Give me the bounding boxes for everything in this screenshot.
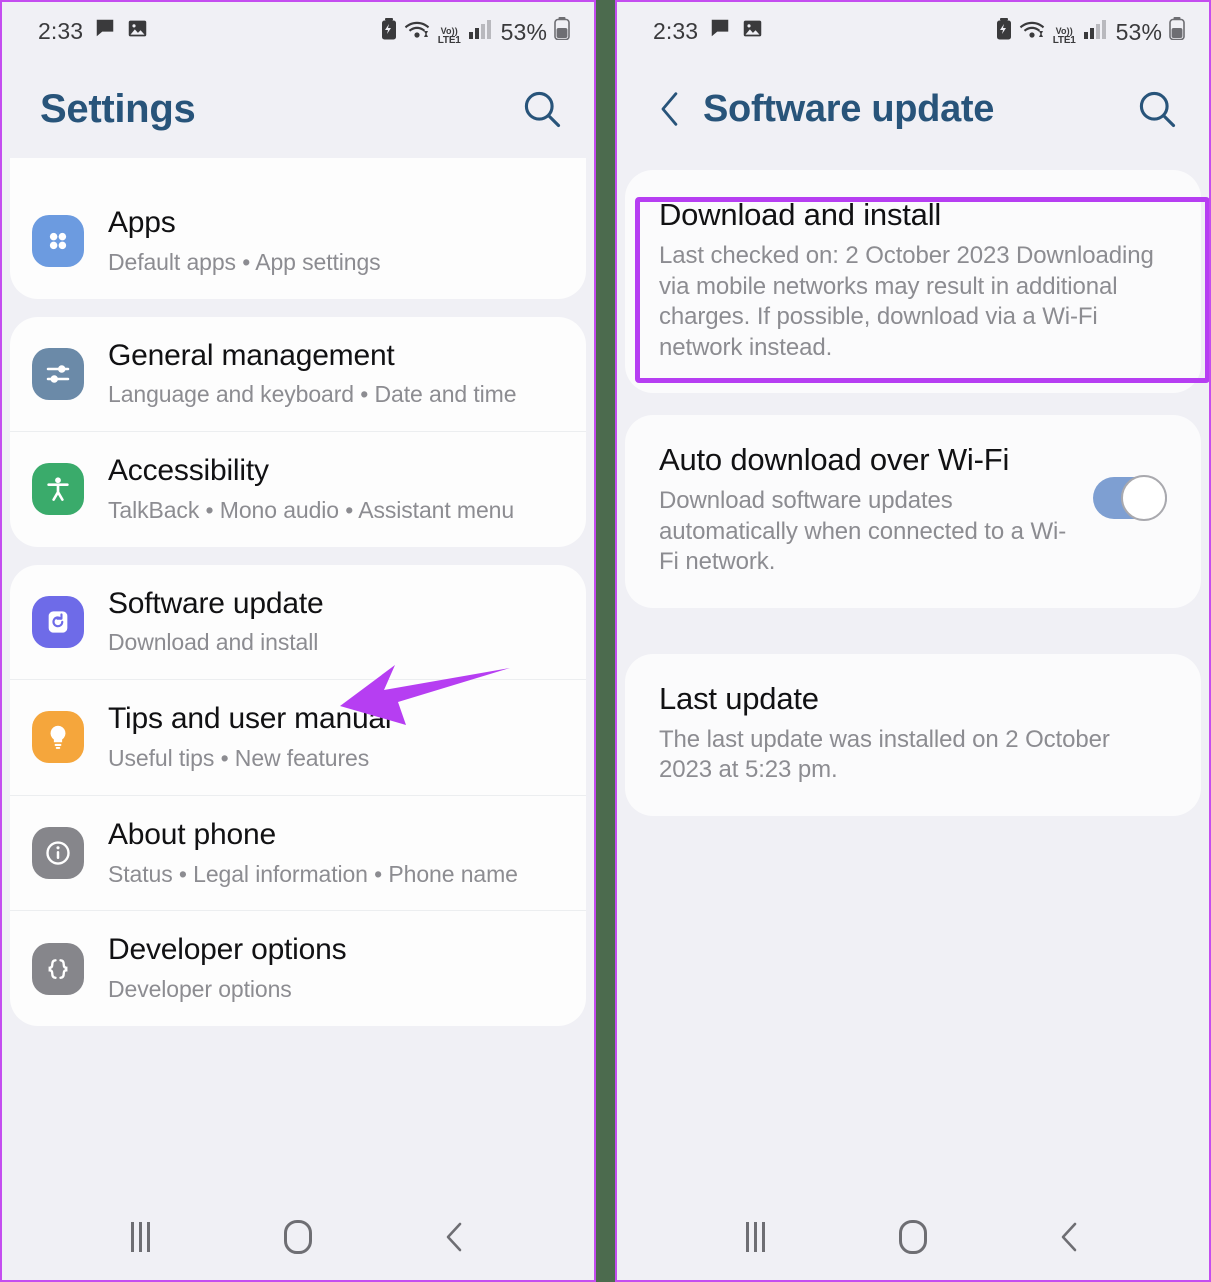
photo-icon bbox=[742, 18, 763, 45]
settings-row-about-phone[interactable]: About phone Status • Legal information •… bbox=[10, 794, 586, 911]
sliders-icon bbox=[32, 347, 84, 400]
row-subtitle: Status • Legal information • Phone name bbox=[108, 860, 518, 887]
search-icon[interactable] bbox=[1135, 87, 1179, 131]
battery-saver-icon bbox=[381, 17, 397, 46]
signal-bars-icon bbox=[468, 18, 492, 46]
code-braces-icon bbox=[32, 942, 84, 995]
search-icon[interactable] bbox=[520, 87, 564, 131]
status-bar-left: 2:33 Vo)) LTE1 53% bbox=[2, 2, 594, 60]
volte-icon: Vo)) LTE1 bbox=[437, 25, 461, 46]
settings-row-general-management[interactable]: General management Language and keyboard… bbox=[10, 317, 586, 432]
card-title: Last update bbox=[659, 680, 819, 716]
back-chevron-icon[interactable] bbox=[655, 89, 685, 129]
card-subtitle: The last update was installed on 2 Octob… bbox=[659, 725, 1110, 784]
status-bar-right: 2:33 Vo)) LTE1 53% bbox=[617, 2, 1209, 60]
settings-list: Apps Default apps • App settings General… bbox=[2, 158, 594, 1026]
signal-bars-icon bbox=[1083, 18, 1107, 46]
row-subtitle: Default apps • App settings bbox=[108, 248, 381, 275]
battery-icon bbox=[554, 16, 570, 46]
home-button[interactable] bbox=[268, 1211, 328, 1263]
battery-icon bbox=[1169, 16, 1185, 46]
accessibility-person-icon bbox=[32, 463, 84, 516]
row-title: Developer options bbox=[108, 933, 347, 967]
settings-list-scroll[interactable]: Apps Default apps • App settings General… bbox=[2, 158, 594, 1194]
home-icon bbox=[283, 1220, 312, 1254]
photo-icon bbox=[127, 18, 148, 45]
row-title: Apps bbox=[108, 206, 176, 239]
battery-saver-icon bbox=[996, 17, 1012, 46]
row-title: About phone bbox=[108, 817, 276, 851]
settings-row-accessibility[interactable]: Accessibility TalkBack • Mono audio • As… bbox=[10, 431, 586, 547]
battery-percent: 53% bbox=[500, 18, 547, 45]
row-title: General management bbox=[108, 338, 395, 372]
row-subtitle: Download and install bbox=[108, 629, 319, 656]
settings-row-software-update[interactable]: Software update Download and install bbox=[10, 565, 586, 680]
row-subtitle: Developer options bbox=[108, 976, 292, 1003]
card-title: Download and install bbox=[659, 197, 942, 232]
recents-icon bbox=[131, 1222, 151, 1252]
back-button[interactable] bbox=[1040, 1211, 1100, 1263]
app-bar-left: Settings bbox=[2, 60, 594, 158]
app-bar-right: Software update bbox=[617, 60, 1209, 158]
info-circle-icon bbox=[32, 827, 84, 879]
card-title: Auto download over Wi-Fi bbox=[659, 442, 1010, 478]
toggle-knob bbox=[1121, 475, 1167, 522]
wifi-icon bbox=[1019, 18, 1046, 46]
software-update-scroll[interactable]: Download and install Last checked on: 2 … bbox=[617, 158, 1209, 1194]
row-title: Software update bbox=[108, 586, 324, 620]
volte-icon: Vo)) LTE1 bbox=[1052, 25, 1076, 46]
navigation-bar-left bbox=[2, 1194, 594, 1280]
settings-row-developer-options[interactable]: Developer options Developer options bbox=[10, 910, 586, 1026]
clipped-row-top bbox=[10, 158, 586, 184]
home-icon bbox=[898, 1220, 927, 1254]
row-subtitle: TalkBack • Mono audio • Assistant menu bbox=[108, 496, 515, 523]
status-time: 2:33 bbox=[653, 17, 699, 44]
chat-bubble-icon bbox=[709, 17, 731, 45]
lightbulb-icon bbox=[32, 711, 84, 764]
row-subtitle: Useful tips • New features bbox=[108, 744, 370, 771]
settings-group-general: General management Language and keyboard… bbox=[10, 316, 586, 547]
back-chevron-icon bbox=[447, 1222, 462, 1252]
settings-row-apps[interactable]: Apps Default apps • App settings bbox=[10, 184, 586, 299]
left-phone-screen: 2:33 Vo)) LTE1 53% Settings Apps Default… bbox=[0, 0, 596, 1282]
home-button[interactable] bbox=[883, 1211, 943, 1263]
wifi-icon bbox=[404, 18, 431, 46]
card-last-update: Last update The last update was installe… bbox=[625, 653, 1201, 816]
status-time: 2:33 bbox=[38, 17, 84, 44]
card-subtitle: Last checked on: 2 October 2023 Download… bbox=[659, 242, 1154, 361]
recents-icon bbox=[746, 1222, 766, 1252]
back-button[interactable] bbox=[425, 1211, 485, 1263]
card-auto-download-over-wifi[interactable]: Auto download over Wi-Fi Download softwa… bbox=[625, 415, 1201, 608]
right-phone-screen: 2:33 Vo)) LTE1 53% Software update Downl… bbox=[615, 0, 1211, 1282]
auto-download-toggle[interactable] bbox=[1093, 475, 1167, 522]
back-chevron-icon bbox=[1062, 1222, 1077, 1252]
card-download-and-install[interactable]: Download and install Last checked on: 2 … bbox=[625, 170, 1201, 394]
recents-button[interactable] bbox=[111, 1211, 171, 1263]
chat-bubble-icon bbox=[94, 17, 116, 45]
recents-button[interactable] bbox=[726, 1211, 786, 1263]
panel-divider bbox=[596, 0, 615, 1282]
settings-row-tips-and-user-manual[interactable]: Tips and user manual Useful tips • New f… bbox=[10, 679, 586, 795]
dual-screenshot-container: 2:33 Vo)) LTE1 53% Settings Apps Default… bbox=[0, 0, 1211, 1282]
row-title: Accessibility bbox=[108, 454, 269, 488]
row-title: Tips and user manual bbox=[108, 702, 392, 736]
software-update-refresh-icon bbox=[32, 595, 84, 648]
row-subtitle: Language and keyboard • Date and time bbox=[108, 381, 517, 408]
card-subtitle: Download software updates automatically … bbox=[659, 487, 1067, 576]
settings-group-apps: Apps Default apps • App settings bbox=[10, 158, 586, 299]
page-title: Settings bbox=[40, 86, 196, 131]
settings-group-system: Software update Download and install Tip… bbox=[10, 564, 586, 1026]
battery-percent: 53% bbox=[1115, 18, 1162, 45]
navigation-bar-right bbox=[617, 1194, 1209, 1280]
apps-grid-icon bbox=[32, 215, 84, 268]
page-title: Software update bbox=[703, 87, 995, 130]
